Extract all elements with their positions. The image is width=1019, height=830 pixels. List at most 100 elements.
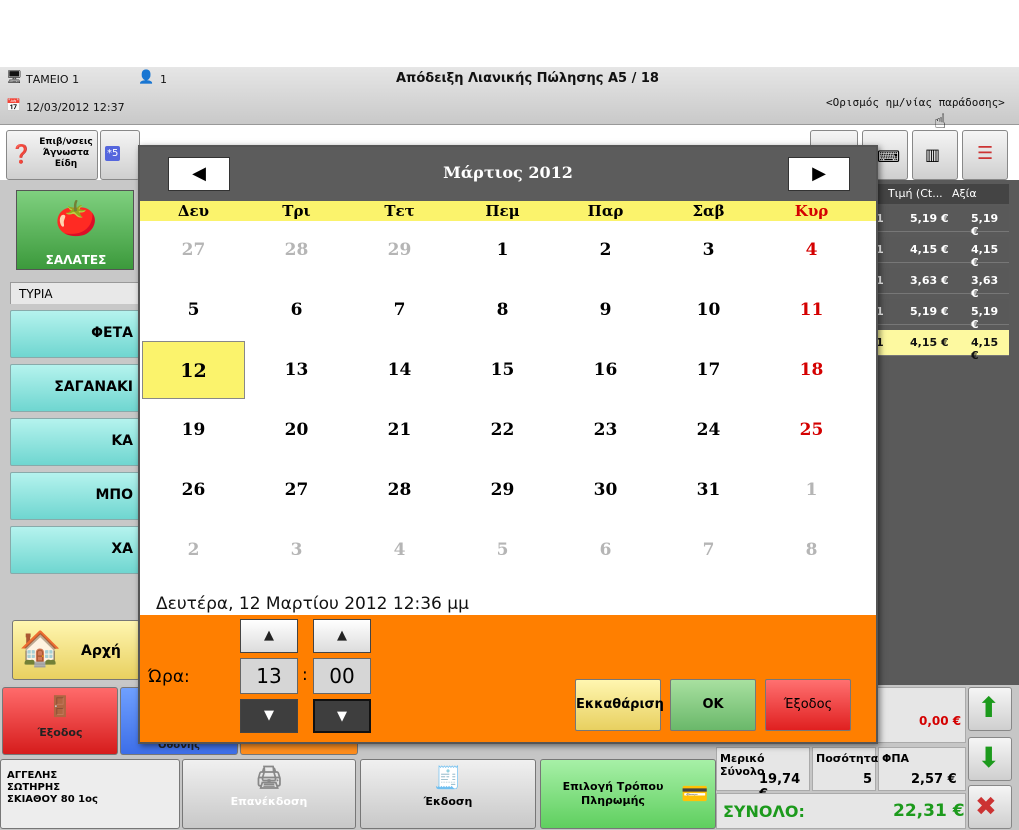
calendar-day[interactable]: 29 <box>348 221 451 279</box>
calendar-day[interactable]: 10 <box>657 281 760 339</box>
minute-down-button[interactable]: ▼ <box>313 699 371 733</box>
calendar-day[interactable]: 8 <box>760 521 863 579</box>
home-button[interactable]: 🏠 Αρχή <box>12 620 140 680</box>
calendar-day[interactable]: 23 <box>554 401 657 459</box>
receipt-row[interactable]: 1 5,19 €5,19 € <box>876 299 1009 331</box>
delete-line-button[interactable]: ✖ <box>968 785 1012 829</box>
unknown-items-label: Επιβ/νσεις Άγνωστα Είδη <box>39 137 93 169</box>
minute-input[interactable]: 00 <box>313 658 371 694</box>
hour-down-button[interactable]: ▼ <box>240 699 298 733</box>
calendar-day[interactable]: 1 <box>760 461 863 519</box>
toolbar-button-2[interactable]: *5 <box>100 130 140 180</box>
calendar-day[interactable]: 4 <box>348 521 451 579</box>
receipt-row[interactable]: 1 5,19 €5,19 € <box>876 206 1009 238</box>
exit-main-button[interactable]: 🚪 Έξοδος <box>2 687 118 755</box>
calendar-day[interactable]: 9 <box>554 281 657 339</box>
quantity-label: Ποσότητα <box>816 752 879 765</box>
discount-box: 0,00 € <box>876 687 966 743</box>
home-label: Αρχή <box>81 643 121 659</box>
delivery-date-link[interactable]: <Ορισμός ημ/νίας παράδοσης> <box>826 96 1005 109</box>
month-label: Μάρτιος 2012 <box>443 163 573 182</box>
calendar-day[interactable]: 2 <box>142 521 245 579</box>
keyboard-icon: ⌨ <box>877 147 901 166</box>
user-count: 1 <box>160 73 167 86</box>
calendar-day[interactable]: 8 <box>451 281 554 339</box>
calendar-day[interactable]: 24 <box>657 401 760 459</box>
hour-up-button[interactable]: ▲ <box>240 619 298 653</box>
weekday-sat: Σαβ <box>692 202 725 220</box>
calendar-day[interactable]: 7 <box>657 521 760 579</box>
product-button-1[interactable]: ΦΕΤΑ <box>10 310 140 358</box>
minute-up-button[interactable]: ▲ <box>313 619 371 653</box>
calendar-day[interactable]: 14 <box>348 341 451 399</box>
product-button-4[interactable]: ΜΠΟ <box>10 472 140 520</box>
quantity-value: 5 <box>863 772 873 787</box>
calendar-day[interactable]: 12 <box>142 341 245 399</box>
calendar-day[interactable]: 4 <box>760 221 863 279</box>
ok-button[interactable]: ΟΚ <box>670 679 756 731</box>
calendar-day[interactable]: 27 <box>142 221 245 279</box>
customer-line-1: ΑΓΓΕΛΗΣ <box>7 770 58 781</box>
tab-cheeses[interactable]: ΤΥΡΙΑ <box>10 282 140 304</box>
calendar-day[interactable]: 3 <box>657 221 760 279</box>
weekday-mon: Δευ <box>177 202 210 220</box>
calendar-day[interactable]: 25 <box>760 401 863 459</box>
hour-input[interactable]: 13 <box>240 658 298 694</box>
product-button-3[interactable]: ΚΑ <box>10 418 140 466</box>
printer-icon: 🖨 <box>255 766 283 791</box>
calendar-day[interactable]: 27 <box>245 461 348 519</box>
calendar-day[interactable]: 20 <box>245 401 348 459</box>
calendar-day[interactable]: 3 <box>245 521 348 579</box>
barcode-search-button[interactable]: ▥ <box>912 130 958 180</box>
barcode-icon: ▥ <box>925 145 941 164</box>
scroll-down-button[interactable]: ⬇ <box>968 737 1012 781</box>
calendar-day[interactable]: 1 <box>451 221 554 279</box>
calendar-day[interactable]: 28 <box>348 461 451 519</box>
calendar-day[interactable]: 11 <box>760 281 863 339</box>
receipt-row-selected[interactable]: 1 4,15 €4,15 € <box>876 330 1009 362</box>
calendar-day[interactable]: 26 <box>142 461 245 519</box>
category-salads[interactable]: 🍅 ΣΑΛΑΤΕΣ <box>16 190 134 270</box>
calendar-day[interactable]: 15 <box>451 341 554 399</box>
customer-line-2: ΣΩΤΗΡΗΣ <box>7 782 61 793</box>
calendar-day[interactable]: 5 <box>451 521 554 579</box>
reissue-button: 🖨 Επανέκδοση <box>182 759 356 829</box>
calendar-day[interactable]: 19 <box>142 401 245 459</box>
menu-button[interactable]: ☰ <box>962 130 1008 180</box>
price-column-header: Τιμή (Ct... <box>888 187 943 200</box>
customer-info[interactable]: ΑΓΓΕΛΗΣ ΣΩΤΗΡΗΣ ΣΚΙΑΘΟΥ 80 1ος <box>0 759 180 829</box>
clear-button[interactable]: Εκκαθάριση <box>575 679 664 731</box>
calendar-day[interactable]: 31 <box>657 461 760 519</box>
receipt-row[interactable]: 1 4,15 €4,15 € <box>876 237 1009 269</box>
weekday-tue: Τρι <box>282 202 311 220</box>
badge-icon: *5 <box>105 146 121 161</box>
calendar-day[interactable]: 29 <box>451 461 554 519</box>
calendar-day[interactable]: 30 <box>554 461 657 519</box>
calendar-day[interactable]: 5 <box>142 281 245 339</box>
calendar-day[interactable]: 2 <box>554 221 657 279</box>
calendar-day[interactable]: 13 <box>245 341 348 399</box>
calendar-day[interactable]: 7 <box>348 281 451 339</box>
issue-button[interactable]: 🧾 Έκδοση <box>360 759 536 829</box>
calendar-day[interactable]: 17 <box>657 341 760 399</box>
payment-method-button[interactable]: Επιλογή Τρόπου Πληρωμής 💳 <box>540 759 716 829</box>
calendar-day[interactable]: 18 <box>760 341 863 399</box>
calendar-day[interactable]: 21 <box>348 401 451 459</box>
calendar-day[interactable]: 16 <box>554 341 657 399</box>
weekday-sun: Κυρ <box>794 202 829 220</box>
door-icon: 🚪 <box>47 694 73 718</box>
product-button-2[interactable]: ΣΑΓΑΝΑΚΙ <box>10 364 140 412</box>
exit-dialog-button[interactable]: Έξοδος <box>765 679 851 731</box>
reissue-label: Επανέκδοση <box>230 795 308 808</box>
receipt-header: Τιμή (Ct... Αξία <box>876 184 1009 204</box>
unknown-items-button[interactable]: ❓ Επιβ/νσεις Άγνωστα Είδη <box>6 130 98 180</box>
next-month-button[interactable]: ▶ <box>788 157 850 191</box>
house-icon: 🏠 <box>19 629 62 669</box>
calendar-day[interactable]: 28 <box>245 221 348 279</box>
calendar-day[interactable]: 6 <box>245 281 348 339</box>
product-button-5[interactable]: ΧΑ <box>10 526 140 574</box>
calendar-day[interactable]: 6 <box>554 521 657 579</box>
scroll-up-button[interactable]: ⬆ <box>968 687 1012 731</box>
calendar-day[interactable]: 22 <box>451 401 554 459</box>
receipt-row[interactable]: 1 3,63 €3,63 € <box>876 268 1009 300</box>
